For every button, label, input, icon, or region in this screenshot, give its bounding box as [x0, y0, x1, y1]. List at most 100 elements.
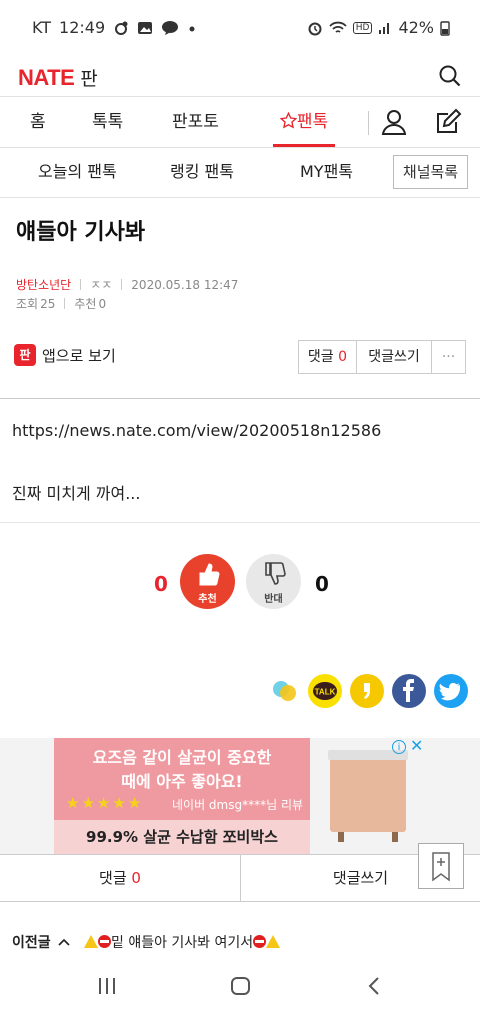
- app-view-label: 앱으로 보기: [42, 346, 116, 365]
- twitter-share-button[interactable]: [434, 674, 468, 708]
- subtab-today[interactable]: 오늘의 팬톡: [38, 148, 117, 196]
- profile-button[interactable]: [380, 108, 408, 140]
- oppose-vote-button[interactable]: 반대: [246, 554, 301, 609]
- post-stats: 조회 25 추천 0: [16, 295, 106, 312]
- recommend-vote-button[interactable]: 추천: [180, 554, 235, 609]
- talk-icon: [162, 20, 179, 35]
- prev-post-title[interactable]: 밑 얘들아 기사봐 여기서: [84, 932, 281, 952]
- ad-product-name: 99.9% 살균 수납함 쪼비박스: [86, 828, 278, 846]
- oppose-vote-label: 반대: [264, 594, 283, 605]
- tab-home-label: 홈: [30, 112, 46, 132]
- views-count: 25: [40, 296, 56, 311]
- write-button[interactable]: [434, 108, 462, 140]
- post-link[interactable]: https://news.nate.com/view/20200518n1258…: [12, 421, 381, 440]
- line-icon: [273, 681, 296, 701]
- post-title: 얘들아 기사봐: [16, 220, 146, 245]
- facebook-share-button[interactable]: [392, 674, 426, 708]
- nate-logo[interactable]: NATE 판: [18, 64, 98, 91]
- ad-text-box: 요즈음 같이 살균이 중요한 때에 아주 좋아요! ★★★★★ 네이버 dmsg…: [54, 738, 310, 854]
- recent-apps-button[interactable]: [97, 976, 117, 1000]
- ad-headline-2: 때에 아주 좋아요!: [121, 772, 243, 791]
- tab-home[interactable]: 홈: [30, 97, 46, 147]
- comment-label: 댓글: [307, 349, 334, 365]
- bottom-comment-count: 0: [131, 869, 141, 887]
- subtab-my[interactable]: MY팬톡: [300, 148, 353, 196]
- warning-icon: [266, 935, 281, 948]
- prev-post-title-text: 밑 얘들아 기사봐 여기서: [111, 935, 254, 951]
- talk-text: TALK: [315, 688, 336, 697]
- no-entry-icon: [98, 935, 111, 948]
- recent-apps-icon: [99, 978, 115, 994]
- post-author: ㅈㅈ: [90, 278, 113, 292]
- meta-divider: [64, 298, 66, 309]
- notification-icon: [115, 21, 128, 35]
- recommend-vote-label: 추천: [198, 594, 217, 605]
- ad-review-source: 네이버 dmsg****님 리뷰: [172, 798, 304, 812]
- write-comment-button[interactable]: 댓글쓰기: [357, 341, 432, 373]
- line-share-button[interactable]: [268, 674, 302, 708]
- wifi-icon: [329, 21, 347, 33]
- nav-divider: [368, 111, 369, 135]
- tab-panphoto-label: 판포토: [172, 112, 219, 132]
- bookmark-button[interactable]: [418, 843, 464, 889]
- app-icon: 판: [14, 344, 36, 366]
- kakaostory-share-button[interactable]: [350, 674, 384, 708]
- system-nav-bar: [0, 958, 480, 1013]
- prev-post-label[interactable]: 이전글: [12, 932, 70, 952]
- user-icon: [381, 110, 407, 135]
- recommend-label: 추천: [74, 297, 97, 311]
- app-view-button[interactable]: 판 앱으로 보기: [14, 344, 116, 366]
- bottom-comment-button[interactable]: 댓글 0: [0, 855, 240, 901]
- meta-divider: [80, 279, 82, 290]
- dot-icon: [189, 26, 195, 31]
- subtab-ranking[interactable]: 랭킹 팬톡: [170, 148, 234, 196]
- recommend-count: 0: [98, 296, 107, 311]
- home-button[interactable]: [230, 976, 252, 1000]
- hd-badge: HD: [352, 21, 373, 34]
- oppose-vote-count: 0: [315, 572, 329, 596]
- alarm-icon: [308, 22, 322, 35]
- thumbs-up-icon: [199, 563, 220, 586]
- edit-icon: [437, 108, 462, 133]
- carrier: KT: [32, 18, 52, 37]
- clock: 12:49: [59, 18, 106, 37]
- warning-icon: [84, 935, 98, 948]
- ad-product-leg: [392, 832, 398, 842]
- tab-panphoto[interactable]: 판포토: [172, 97, 219, 147]
- tab-fantok[interactable]: 팬톡: [273, 97, 335, 147]
- tab-toktok-label: 톡톡: [92, 112, 124, 132]
- more-button[interactable]: ···: [432, 341, 465, 373]
- kakaostory-icon: [364, 683, 370, 699]
- post-channel[interactable]: 방탄소년단: [16, 276, 71, 293]
- ad-headline-1: 요즈음 같이 살균이 중요한: [92, 748, 272, 767]
- search-button[interactable]: [434, 60, 466, 92]
- signal-icon: [379, 22, 390, 34]
- post-meta: 방탄소년단 ㅈㅈ 2020.05.18 12:47: [16, 276, 238, 293]
- meta-divider: [121, 279, 123, 290]
- battery-percent: 42%: [398, 18, 434, 37]
- prev-post-label-text: 이전글: [12, 935, 51, 951]
- bottom-comment-bar: 댓글 0 댓글쓰기: [0, 854, 480, 902]
- tab-toktok[interactable]: 톡톡: [92, 97, 123, 147]
- comment-button[interactable]: 댓글 0: [299, 341, 357, 373]
- search-icon: [439, 65, 461, 87]
- ad-banner[interactable]: 요즈음 같이 살균이 중요한 때에 아주 좋아요! ★★★★★ 네이버 dmsg…: [0, 736, 480, 854]
- divider: [0, 522, 480, 523]
- channel-list-button[interactable]: 채널목록: [393, 155, 468, 189]
- kakaotalk-icon: TALK: [313, 682, 337, 700]
- main-nav: 홈 톡톡 판포토 팬톡: [0, 96, 480, 148]
- ad-info-icon[interactable]: i: [392, 740, 406, 754]
- app-header: NATE 판: [0, 56, 480, 96]
- tab-fantok-label: 팬톡: [296, 112, 329, 132]
- logo-section: 판: [80, 68, 98, 90]
- ad-close-icon[interactable]: ✕: [410, 736, 423, 755]
- views-label: 조회: [16, 297, 39, 311]
- post-body: 진짜 미치게 까여...: [12, 484, 141, 503]
- bottom-comment-label: 댓글: [99, 869, 127, 887]
- ad-product-image: [330, 754, 406, 832]
- comment-count: 0: [338, 349, 348, 365]
- recommend-vote-count: 0: [154, 572, 168, 596]
- back-button[interactable]: [366, 976, 382, 1000]
- star-icon: [279, 111, 298, 129]
- kakaotalk-share-button[interactable]: TALK: [308, 674, 342, 708]
